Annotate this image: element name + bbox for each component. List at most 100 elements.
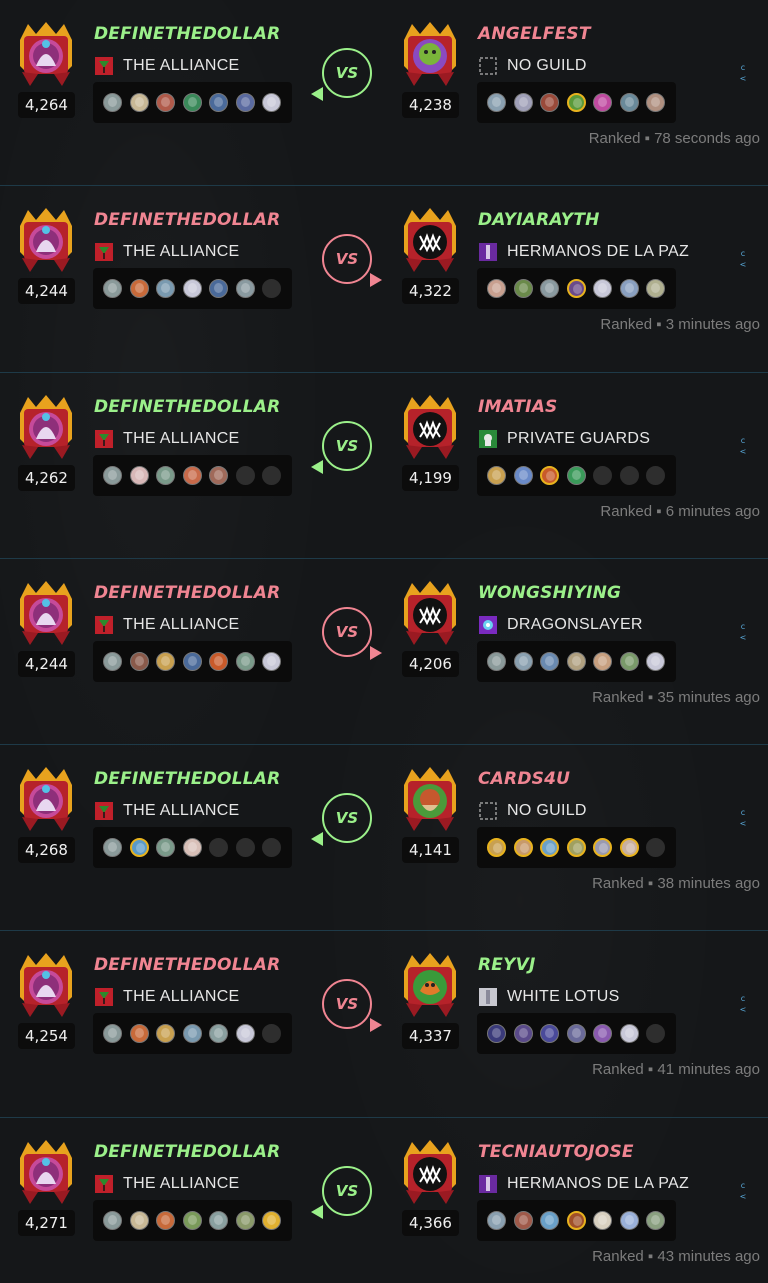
- card-icon[interactable]: [235, 93, 255, 112]
- card-icon[interactable]: [182, 1024, 202, 1044]
- vs-badge[interactable]: VS: [322, 420, 372, 471]
- card-icon[interactable]: [540, 1210, 559, 1230]
- team-cards[interactable]: [93, 827, 292, 869]
- card-icon[interactable]: [487, 838, 506, 858]
- player-name[interactable]: DEFINETHEDOLLAR: [94, 583, 280, 603]
- opponent-avatar-icon[interactable]: [400, 1139, 460, 1206]
- card-icon[interactable]: [156, 1210, 175, 1230]
- card-icon[interactable]: [262, 1210, 281, 1230]
- player-name[interactable]: DEFINETHEDOLLAR: [94, 955, 280, 975]
- battle-row[interactable]: 4,244 DEFINETHEDOLLAR THE ALLIANCE VS 4,…: [0, 186, 768, 373]
- card-icon[interactable]: [209, 93, 228, 112]
- replay-share-icon[interactable]: c <: [739, 621, 747, 643]
- card-icon[interactable]: [103, 93, 122, 112]
- card-icon[interactable]: [235, 1024, 255, 1044]
- player-avatar-icon[interactable]: [16, 1139, 76, 1206]
- card-icon[interactable]: [513, 838, 533, 858]
- card-icon[interactable]: [646, 93, 665, 112]
- card-icon[interactable]: [156, 838, 175, 858]
- card-icon[interactable]: [209, 465, 228, 485]
- card-icon[interactable]: [487, 1024, 506, 1044]
- card-icon[interactable]: [619, 1024, 639, 1044]
- card-icon[interactable]: [235, 279, 255, 299]
- card-icon[interactable]: [619, 838, 639, 858]
- player-avatar-icon[interactable]: [16, 22, 76, 88]
- card-icon[interactable]: [540, 651, 559, 671]
- card-icon[interactable]: [182, 1210, 202, 1230]
- replay-share-icon[interactable]: c <: [739, 435, 747, 457]
- card-icon[interactable]: [103, 1210, 122, 1230]
- opponent-name[interactable]: IMATIAS: [478, 397, 558, 417]
- opponent-guild[interactable]: HERMANOS DE LA PAZ: [478, 242, 689, 262]
- card-icon[interactable]: [129, 93, 149, 112]
- card-icon[interactable]: [566, 465, 586, 485]
- card-icon[interactable]: [566, 838, 586, 858]
- card-icon[interactable]: [593, 279, 612, 299]
- opponent-team-cards[interactable]: [477, 82, 676, 123]
- team-cards[interactable]: [93, 640, 292, 682]
- card-icon[interactable]: [103, 651, 122, 671]
- opponent-team-cards[interactable]: [477, 640, 676, 682]
- player-name[interactable]: DEFINETHEDOLLAR: [94, 24, 280, 44]
- battle-row[interactable]: 4,244 DEFINETHEDOLLAR THE ALLIANCE VS 4,…: [0, 559, 768, 746]
- card-icon[interactable]: [235, 1210, 255, 1230]
- opponent-avatar-icon[interactable]: [400, 22, 460, 88]
- opponent-team-cards[interactable]: [477, 1199, 676, 1241]
- player-avatar-icon[interactable]: [16, 953, 76, 1019]
- card-icon[interactable]: [129, 1210, 149, 1230]
- card-icon[interactable]: [487, 651, 506, 671]
- card-icon[interactable]: [182, 279, 202, 299]
- card-icon[interactable]: [103, 465, 122, 485]
- opponent-team-cards[interactable]: [477, 1013, 676, 1055]
- card-icon[interactable]: [566, 1024, 586, 1044]
- player-name[interactable]: DEFINETHEDOLLAR: [94, 397, 280, 417]
- opponent-avatar-icon[interactable]: [400, 580, 460, 647]
- opponent-name[interactable]: ANGELFEST: [478, 24, 591, 44]
- opponent-guild[interactable]: DRAGONSLAYER: [478, 615, 643, 635]
- player-guild[interactable]: THE ALLIANCE: [94, 987, 240, 1007]
- card-icon[interactable]: [540, 93, 559, 112]
- vs-badge[interactable]: VS: [322, 48, 372, 98]
- opponent-name[interactable]: WONGSHIYING: [478, 583, 621, 603]
- player-name[interactable]: DEFINETHEDOLLAR: [94, 769, 280, 789]
- card-icon[interactable]: [103, 1024, 122, 1044]
- player-avatar-icon[interactable]: [16, 208, 76, 274]
- team-cards[interactable]: [93, 82, 292, 123]
- card-icon[interactable]: [619, 93, 639, 112]
- opponent-guild[interactable]: NO GUILD: [478, 801, 587, 821]
- card-icon[interactable]: [209, 1210, 228, 1230]
- replay-share-icon[interactable]: c <: [739, 248, 747, 270]
- player-avatar-icon[interactable]: [16, 767, 76, 833]
- card-icon[interactable]: [540, 838, 559, 858]
- player-guild[interactable]: THE ALLIANCE: [94, 56, 240, 76]
- card-icon[interactable]: [566, 93, 586, 112]
- card-icon[interactable]: [513, 93, 533, 112]
- player-guild[interactable]: THE ALLIANCE: [94, 1174, 240, 1194]
- card-icon[interactable]: [593, 1024, 612, 1044]
- card-icon[interactable]: [593, 838, 612, 858]
- opponent-avatar-icon[interactable]: [400, 767, 460, 833]
- card-icon[interactable]: [593, 93, 612, 112]
- player-name[interactable]: DEFINETHEDOLLAR: [94, 1142, 280, 1162]
- opponent-guild[interactable]: NO GUILD: [478, 56, 587, 76]
- card-icon[interactable]: [540, 1024, 559, 1044]
- player-name[interactable]: DEFINETHEDOLLAR: [94, 210, 280, 230]
- vs-badge[interactable]: VS: [322, 793, 372, 844]
- player-avatar-icon[interactable]: [16, 394, 76, 461]
- opponent-guild[interactable]: PRIVATE GUARDS: [478, 429, 650, 449]
- card-icon[interactable]: [156, 1024, 175, 1044]
- card-icon[interactable]: [129, 465, 149, 485]
- card-icon[interactable]: [209, 651, 228, 671]
- card-icon[interactable]: [593, 1210, 612, 1230]
- card-icon[interactable]: [182, 838, 202, 858]
- battle-row[interactable]: 4,271 DEFINETHEDOLLAR THE ALLIANCE VS 4,…: [0, 1118, 768, 1283]
- card-icon[interactable]: [619, 279, 639, 299]
- card-icon[interactable]: [262, 93, 281, 112]
- card-icon[interactable]: [156, 279, 175, 299]
- battle-row[interactable]: 4,268 DEFINETHEDOLLAR THE ALLIANCE VS 4,…: [0, 745, 768, 932]
- card-icon[interactable]: [156, 651, 175, 671]
- team-cards[interactable]: [93, 1199, 292, 1241]
- opponent-name[interactable]: REYVJ: [478, 955, 536, 975]
- card-icon[interactable]: [513, 1024, 533, 1044]
- opponent-team-cards[interactable]: [477, 268, 676, 310]
